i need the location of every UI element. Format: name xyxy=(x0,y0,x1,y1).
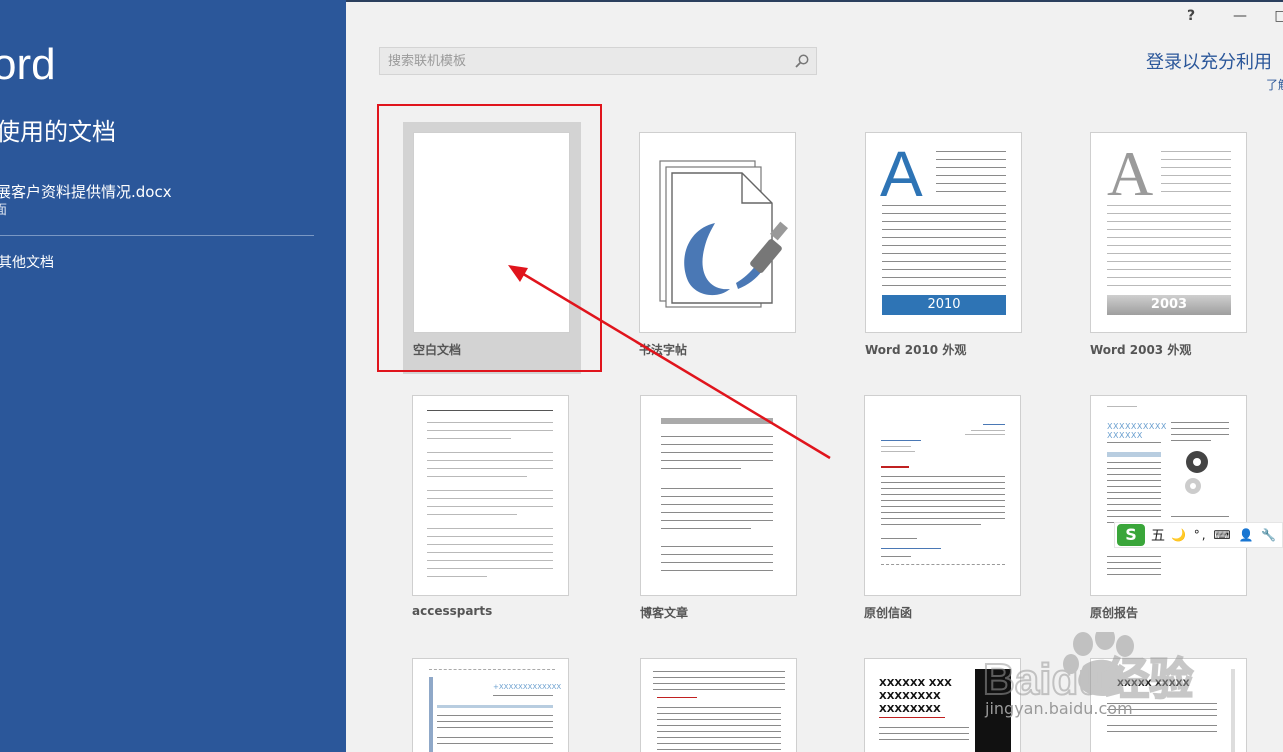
template-label: 书法字帖 xyxy=(639,343,688,357)
signin-link[interactable]: 登录以充分利用 xyxy=(1146,48,1272,74)
template-label: Word 2003 外观 xyxy=(1090,343,1192,357)
template-thumbnail: A 2010 xyxy=(865,132,1022,333)
template-label: 原创信函 xyxy=(864,606,913,620)
report-title-mark: XXXXXXXXXX XXXXXX xyxy=(1107,422,1167,440)
template-label: 博客文章 xyxy=(640,606,689,620)
template-thumbnail xyxy=(639,132,796,333)
ime-mode[interactable]: 五 xyxy=(1151,525,1165,545)
sogou-logo-icon[interactable]: S xyxy=(1117,524,1145,546)
restore-button[interactable]: □ xyxy=(1270,8,1283,24)
template-blog-post[interactable]: 博客文章 xyxy=(630,385,808,637)
ime-symbols[interactable]: 🌙 °, ⌨ 👤 🔧 xyxy=(1171,528,1278,542)
template-label: 空白文档 xyxy=(413,343,462,357)
template-word-2003[interactable]: A 2003 Word 2003 外观 xyxy=(1080,122,1258,374)
template-thumbnail: +XXXXXXXXXXXXX xyxy=(412,658,569,752)
template-thumbnail xyxy=(864,395,1021,596)
template-row3-4[interactable]: XXXXX XXXXX xyxy=(1080,648,1258,752)
learn-more-link[interactable]: 了解 xyxy=(1266,76,1283,93)
sidebar: ord 使用的文档 展客户资料提供情况.docx 面 其他文档 xyxy=(0,0,346,752)
search-icon[interactable] xyxy=(794,53,810,69)
template-label: Word 2010 外观 xyxy=(865,343,967,357)
recent-file-path: 面 xyxy=(0,203,8,218)
template-label: accessparts xyxy=(412,604,493,618)
template-thumbnail: XXXXXX XXX XXXXXXXX XXXXXXXX xyxy=(864,658,1021,752)
row3-header-mark: XXXXX XXXXX xyxy=(1117,679,1190,689)
search-input[interactable] xyxy=(380,48,816,74)
gears-icon xyxy=(1185,451,1208,494)
template-original-report[interactable]: XXXXXXXXXX XXXXXX 原创报告 xyxy=(1080,385,1258,637)
template-original-letter[interactable]: 原创信函 xyxy=(854,385,1032,637)
template-row3-3[interactable]: XXXXXX XXX XXXXXXXX XXXXXXXX xyxy=(854,648,1032,752)
template-thumbnail: XXXXX XXXXX xyxy=(1090,658,1247,752)
template-search xyxy=(379,47,817,75)
open-other-documents-link[interactable]: 其他文档 xyxy=(0,252,54,272)
template-blank[interactable]: 空白文档 xyxy=(403,122,581,374)
template-word-2010[interactable]: A 2010 Word 2010 外观 xyxy=(855,122,1033,374)
template-thumbnail xyxy=(412,395,569,596)
help-button[interactable]: ? xyxy=(1180,8,1202,24)
template-thumbnail: A 2003 xyxy=(1090,132,1247,333)
template-thumbnail: XXXXXXXXXX XXXXXX xyxy=(1090,395,1247,596)
letter-a-icon: A xyxy=(880,138,923,210)
template-accessparts[interactable]: accessparts xyxy=(402,385,580,637)
version-badge: 2010 xyxy=(882,295,1006,315)
title-strip xyxy=(346,0,1283,2)
template-thumbnail xyxy=(640,658,797,752)
template-thumbnail xyxy=(640,395,797,596)
minimize-button[interactable]: — xyxy=(1229,8,1251,24)
sidebar-divider xyxy=(0,235,314,236)
letter-a-icon: A xyxy=(1107,138,1154,209)
calligraphy-icon xyxy=(659,160,788,308)
row3-header-mark: +XXXXXXXXXXXXX xyxy=(493,683,562,691)
ime-toolbar[interactable]: S 五 🌙 °, ⌨ 👤 🔧 xyxy=(1114,522,1283,548)
template-row3-2[interactable] xyxy=(630,648,808,752)
version-badge: 2003 xyxy=(1107,295,1231,315)
recent-heading: 使用的文档 xyxy=(0,118,116,146)
template-calligraphy[interactable]: 书法字帖 xyxy=(629,122,807,374)
template-row3-1[interactable]: +XXXXXXXXXXXXX xyxy=(402,648,580,752)
app-title: ord xyxy=(0,40,56,89)
template-label: 原创报告 xyxy=(1090,606,1139,620)
template-thumbnail xyxy=(413,132,570,333)
row3-header-mark: XXXXXX XXX XXXXXXXX XXXXXXXX xyxy=(879,678,952,715)
recent-file-item[interactable]: 展客户资料提供情况.docx xyxy=(0,181,172,202)
